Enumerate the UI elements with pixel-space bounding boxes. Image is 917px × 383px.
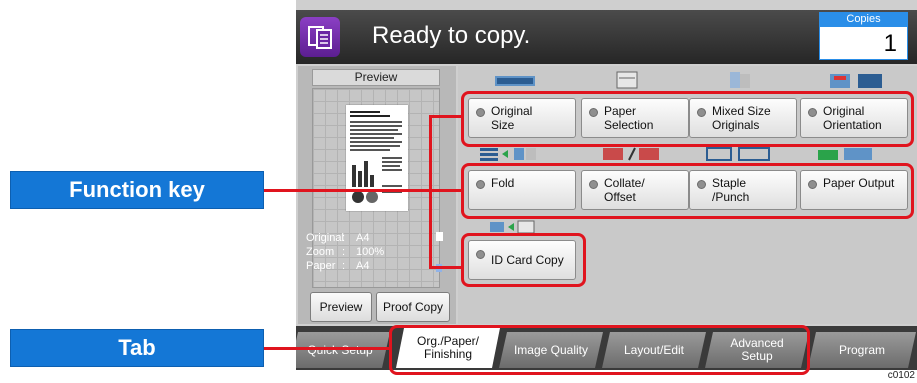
collate-offset-key[interactable]: Collate/ Offset [581,170,689,210]
status-message: Ready to copy. [372,22,531,49]
mixed-size-originals-key[interactable]: Mixed Size Originals [689,98,797,138]
copies-value[interactable]: 1 [819,26,908,60]
paper-output-icon [818,146,878,162]
collate-offset-label: Collate/ Offset [604,176,645,204]
staple-punch-key[interactable]: Staple /Punch [689,170,797,210]
function-key-leader-line [264,189,296,192]
preview-info-zoom-value: 100% [356,246,385,258]
preview-info-zoom-label: Zoom [306,246,335,258]
copy-app-icon [300,17,340,57]
paper-selection-label: Paper Selection [604,104,654,132]
paper-selection-icon [613,70,643,89]
figure-code: c0102 [887,370,915,381]
orientation-indicator-icon [436,232,443,241]
id-card-copy-label: ID Card Copy [491,253,564,267]
staple-punch-label: Staple /Punch [712,176,750,204]
radio-dot-icon [697,108,706,117]
info-separator: : [342,232,346,244]
function-key-bracket-top [429,115,461,118]
original-orientation-label: Original Orientation [823,104,882,132]
info-separator: : [342,246,346,258]
original-size-label: Original Size [491,104,533,132]
function-key-bracket-bottom [429,266,461,269]
fold-icon [480,146,540,162]
radio-dot-icon [476,180,485,189]
radio-dot-icon [697,180,706,189]
tab-quick-setup[interactable]: Quick Setup [296,332,390,368]
preview-page-thumbnail [346,105,408,211]
mixed-size-originals-label: Mixed Size Originals [712,104,771,132]
manual-figure: Function key Tab Ready to copy. Copies 1 [0,0,917,383]
original-orientation-key[interactable]: Original Orientation [800,98,908,138]
radio-dot-icon [589,108,598,117]
radio-dot-icon [476,250,485,259]
copies-field[interactable]: Copies 1 [819,12,908,62]
original-size-key[interactable]: Original Size [468,98,576,138]
tab-connector-line [296,347,389,350]
id-card-copy-icon [490,219,540,235]
tab-layout-edit[interactable]: Layout/Edit [602,332,706,368]
collate-offset-icon [603,146,663,162]
radio-dot-icon [476,108,485,117]
tab-org-paper-finishing[interactable]: Org./Paper/ Finishing [396,328,500,368]
paper-output-key[interactable]: Paper Output [800,170,908,210]
function-key-bracket-middle [296,189,461,192]
preview-info-paper-label: Paper [306,260,336,272]
info-separator: : [342,260,346,272]
radio-dot-icon [808,108,817,117]
tab-bar: Quick Setup Org./Paper/ Finishing Image … [296,326,917,370]
original-orientation-icon [828,70,888,88]
preview-button[interactable]: Preview [310,292,372,322]
preview-panel: Preview Original: A4 Zoom: 100% Paper … [298,66,456,324]
tab-callout: Tab [10,329,264,367]
radio-dot-icon [589,180,598,189]
status-bar: Ready to copy. Copies 1 [296,10,917,64]
fold-label: Fold [491,176,515,190]
original-size-icon [493,72,543,90]
preview-info-original-label: Original [306,232,344,244]
proof-copy-button[interactable]: Proof Copy [376,292,450,322]
preview-info-original-value: A4 [356,232,370,244]
paper-output-label: Paper Output [823,176,895,190]
staple-punch-icon [705,146,775,162]
radio-dot-icon [808,180,817,189]
id-card-copy-key[interactable]: ID Card Copy [468,240,576,280]
function-key-callout: Function key [10,171,264,209]
preview-info-paper-value: A4 [356,260,370,272]
mixed-size-originals-icon [726,70,756,88]
preview-title: Preview [312,69,440,86]
tab-image-quality[interactable]: Image Quality [499,332,603,368]
tab-leader-line [264,347,296,350]
tab-program[interactable]: Program [808,332,916,368]
paper-selection-key[interactable]: Paper Selection [581,98,689,138]
copies-label: Copies [819,12,908,26]
fold-key[interactable]: Fold [468,170,576,210]
preview-area [312,88,440,288]
tab-advanced-setup[interactable]: Advanced Setup [705,332,809,368]
